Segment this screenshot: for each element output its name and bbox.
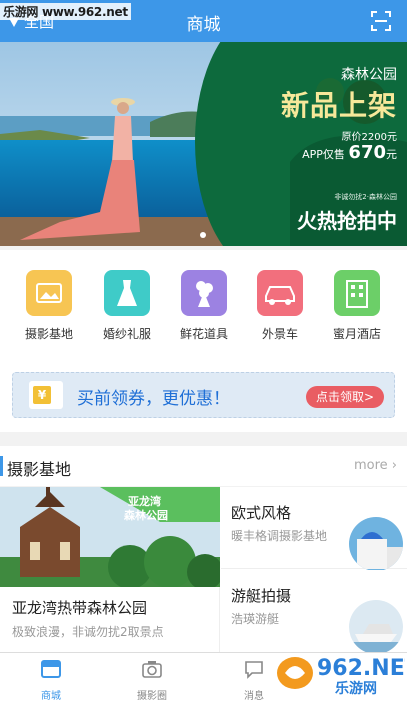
chevron-right-icon: › <box>391 458 397 473</box>
bottom-nav: 商城 摄影圈 消息 962.NET 乐游网 <box>0 652 407 702</box>
nav-label: 摄影圈 <box>137 691 167 702</box>
app-price-value: 670 <box>348 142 386 163</box>
coupon-ticket-icon: ¥ <box>29 381 63 409</box>
product-name: 欧式风格 <box>231 504 292 522</box>
camera-icon <box>142 661 162 678</box>
banner-park: 森林公园 <box>341 67 397 83</box>
product-thumb-european <box>349 517 403 571</box>
nav-label: 商城 <box>41 691 61 702</box>
category-wedding-dress[interactable]: 婚纱礼服 <box>96 270 158 342</box>
category-label: 蜜月酒店 <box>332 327 381 341</box>
promo-banner[interactable]: 森林公园 新品上架 原价2200元 APP仅售 670元 非诚勿扰2·森林公园 … <box>0 42 407 246</box>
category-label: 鲜花道具 <box>179 327 228 341</box>
carousel-dot[interactable] <box>200 232 206 238</box>
top-header: 全国 商城 乐游网 www.962.net <box>0 0 407 42</box>
banner-original-price: 原价2200元 <box>341 132 397 143</box>
product-desc: 极致浪漫，非诚勿扰2取景点 <box>12 625 164 639</box>
car-icon <box>257 270 303 316</box>
category-flower[interactable]: 鲜花道具 <box>173 270 235 342</box>
category-label: 婚纱礼服 <box>102 327 151 341</box>
product-card-european[interactable]: 欧式风格 暖丰格调摄影基地 <box>221 487 407 571</box>
coupon-section: ¥ 买前领券，更优惠！ 点击领取> <box>0 360 407 432</box>
nav-item-store[interactable]: 商城 <box>11 659 91 702</box>
featured-badge-line2: 森林公园 <box>124 509 168 522</box>
category-row: 摄影基地 婚纱礼服 鲜花道具 外景车 蜜月酒店 <box>0 250 407 360</box>
category-car[interactable]: 外景车 <box>249 270 311 342</box>
message-icon <box>245 661 263 679</box>
banner-hot: 火热抢拍中 <box>297 209 397 233</box>
watermark-site: 乐游网 <box>335 680 377 697</box>
scan-icon[interactable] <box>370 10 392 32</box>
category-label: 摄影基地 <box>24 327 73 341</box>
product-card-yacht[interactable]: 游艇拍摄 浩瑛游艇 <box>221 570 407 654</box>
watermark-logo: 962.NET 乐游网 <box>277 656 405 697</box>
product-image-church <box>0 487 220 587</box>
more-link[interactable]: more › <box>354 458 397 473</box>
flower-icon <box>181 270 227 316</box>
banner-headline: 新品上架 <box>280 89 397 122</box>
wedding-dress-icon <box>104 270 150 316</box>
photo-base-icon <box>26 270 72 316</box>
banner-app-price: APP仅售 670元 <box>302 142 397 163</box>
category-photo-base[interactable]: 摄影基地 <box>18 270 80 342</box>
hotel-icon <box>334 270 380 316</box>
banner-small-note: 非诚勿扰2·森林公园 <box>334 193 397 201</box>
product-desc: 浩瑛游艇 <box>231 612 280 626</box>
store-icon <box>41 660 61 678</box>
more-label: more <box>353 458 388 473</box>
category-label: 外景车 <box>261 327 298 341</box>
yen-icon: ¥ <box>33 386 51 404</box>
product-desc: 暖丰格调摄影基地 <box>231 529 328 543</box>
product-card-featured[interactable]: 亚龙湾 森林公园 亚龙湾热带森林公园 极致浪漫，非诚勿扰2取景点 <box>0 487 220 652</box>
product-name: 游艇拍摄 <box>231 587 292 605</box>
product-thumb-yacht <box>349 600 403 654</box>
section-header: 摄影基地 more › <box>0 446 407 486</box>
section-title: 摄影基地 <box>7 460 72 479</box>
category-hotel[interactable]: 蜜月酒店 <box>326 270 388 342</box>
section-accent-bar <box>0 456 3 476</box>
coupon-text: 买前领券，更优惠！ <box>77 389 230 409</box>
product-grid: 亚龙湾 森林公园 亚龙湾热带森林公园 极致浪漫，非诚勿扰2取景点 欧式风格 暖丰… <box>0 487 407 654</box>
watermark-top: 乐游网 www.962.net <box>0 3 131 20</box>
watermark-962: 962.NET <box>317 656 405 681</box>
get-coupon-button[interactable]: 点击领取> <box>306 386 384 408</box>
app-price-prefix: APP仅售 <box>302 148 345 161</box>
app-screen: 全国 商城 乐游网 www.962.net 森林公园 新品上架 原价2200元 … <box>0 0 407 702</box>
coupon-banner[interactable]: ¥ 买前领券，更优惠！ 点击领取> <box>12 372 395 418</box>
app-price-unit: 元 <box>386 148 397 161</box>
product-name: 亚龙湾热带森林公园 <box>12 599 148 617</box>
nav-item-photo-circle[interactable]: 摄影圈 <box>112 659 192 702</box>
